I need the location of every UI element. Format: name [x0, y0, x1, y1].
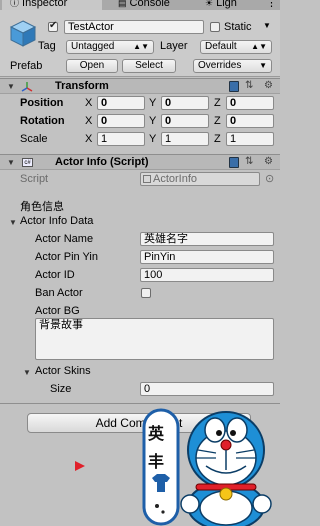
axis-x-label[interactable]: X — [85, 133, 92, 145]
axis-y-label[interactable]: Y — [149, 133, 156, 145]
layer-label: Layer — [160, 40, 188, 52]
static-dropdown-arrow-icon[interactable]: ▼ — [263, 21, 271, 30]
tab-lighting-label: Ligh — [216, 0, 237, 9]
component-divider — [0, 403, 280, 404]
position-label: Position — [20, 97, 64, 109]
tab-console[interactable]: ▤ Console — [110, 0, 170, 10]
axis-y-label[interactable]: Y — [149, 115, 156, 127]
lighting-icon: ☀ — [205, 0, 214, 8]
static-checkbox[interactable] — [210, 22, 220, 32]
open-prefab-button[interactable]: Open — [66, 59, 118, 73]
position-x-field[interactable]: 0 — [97, 96, 145, 110]
axis-z-label[interactable]: Z — [214, 115, 221, 127]
script-value: ActorInfo — [153, 173, 198, 185]
rotation-label: Rotation — [20, 115, 65, 127]
transform-title: Transform — [55, 80, 109, 92]
actor-info-data-foldout[interactable]: Actor Info Data — [20, 215, 93, 227]
axis-x-label[interactable]: X — [85, 97, 92, 109]
script-label: Script — [20, 173, 49, 185]
axis-x-label[interactable]: X — [85, 115, 92, 127]
static-label: Static — [224, 21, 252, 33]
size-label: Size — [50, 383, 72, 395]
tag-label: Tag — [38, 40, 56, 52]
help-book-icon[interactable] — [229, 81, 239, 92]
foldout-arrow-icon[interactable]: ▼ — [7, 158, 15, 167]
position-z-field[interactable]: 0 — [226, 96, 274, 110]
sticker-char-1: 英 — [148, 426, 165, 443]
chevron-down-icon: ▲▼ — [133, 42, 149, 51]
help-book-icon[interactable] — [229, 157, 239, 168]
axis-z-label[interactable]: Z — [214, 133, 221, 145]
actor-name-label: Actor Name — [35, 233, 94, 245]
actor-skins-foldout[interactable]: Actor Skins — [35, 365, 91, 377]
cursor-arrow-icon — [75, 461, 85, 471]
actor-bg-textarea[interactable]: 背景故事 — [35, 318, 274, 360]
actor-pinyin-label: Actor Pin Yin — [35, 251, 98, 263]
tab-menu-button[interactable]: ⋮ — [266, 0, 277, 10]
axis-y-label[interactable]: Y — [149, 97, 156, 109]
rotation-x-field[interactable]: 0 — [97, 114, 145, 128]
axis-z-label[interactable]: Z — [214, 97, 221, 109]
scale-y-field[interactable]: 1 — [161, 132, 209, 146]
prefab-label: Prefab — [10, 60, 43, 72]
overrides-label: Overrides — [198, 60, 242, 71]
overrides-dropdown[interactable]: Overrides ▼ — [193, 59, 272, 73]
ban-actor-checkbox[interactable] — [141, 288, 151, 298]
scale-x-field[interactable]: 1 — [97, 132, 145, 146]
tab-bar: ⓘ Inspector ▤ Console ☀ Ligh ⋮ — [0, 0, 280, 10]
gameobject-cube-icon — [9, 20, 37, 47]
active-checkbox[interactable] — [48, 20, 58, 32]
transform-header[interactable]: ▼ Transform ⇅ ⚙ — [0, 78, 280, 94]
object-picker-icon[interactable]: ⊙ — [265, 172, 274, 185]
tab-inspector[interactable]: ⓘ Inspector — [2, 0, 102, 10]
actor-id-label: Actor ID — [35, 269, 75, 281]
actor-info-title: Actor Info (Script) — [55, 156, 149, 168]
chevron-down-icon: ▼ — [259, 61, 267, 70]
transform-axes-icon — [21, 82, 33, 92]
preset-sliders-icon[interactable]: ⇅ — [245, 80, 253, 91]
layer-value: Default — [205, 41, 237, 52]
select-prefab-button[interactable]: Select — [122, 59, 176, 73]
rotation-z-field[interactable]: 0 — [226, 114, 274, 128]
script-file-icon: c# — [22, 158, 33, 167]
tab-console-label: Console — [129, 0, 170, 9]
actor-bg-label: Actor BG — [35, 305, 80, 317]
foldout-arrow-icon[interactable]: ▼ — [7, 82, 15, 91]
gear-icon[interactable]: ⚙ — [264, 80, 273, 91]
tab-lighting[interactable]: ☀ Ligh — [197, 0, 237, 10]
ban-actor-label: Ban Actor — [35, 287, 83, 299]
sticker-char-2: 丰 — [148, 454, 165, 471]
rotation-y-field[interactable]: 0 — [161, 114, 209, 128]
section-heading: 角色信息 — [20, 201, 64, 213]
object-name-field[interactable]: TestActor — [64, 20, 204, 34]
tag-dropdown[interactable]: Untagged ▲▼ — [66, 40, 154, 54]
position-y-field[interactable]: 0 — [161, 96, 209, 110]
info-icon: ⓘ — [10, 0, 20, 8]
actor-name-field[interactable]: 英雄名字 — [140, 232, 274, 246]
console-icon: ▤ — [118, 0, 127, 8]
tag-value: Untagged — [71, 41, 115, 52]
script-file-icon — [143, 175, 151, 183]
script-object-field[interactable]: ActorInfo — [140, 172, 260, 186]
actor-pinyin-field[interactable]: PinYin — [140, 250, 274, 264]
tab-inspector-label: Inspector — [22, 0, 68, 9]
gear-icon[interactable]: ⚙ — [264, 156, 273, 167]
chevron-down-icon: ▲▼ — [251, 42, 267, 51]
object-header: TestActor Static ▼ Tag Untagged▲▼ Layer … — [0, 10, 280, 77]
layer-dropdown[interactable]: Default ▲▼ — [200, 40, 272, 54]
foldout-arrow-icon[interactable]: ▼ — [9, 218, 17, 227]
scale-label: Scale — [20, 133, 48, 145]
foldout-arrow-icon[interactable]: ▼ — [23, 368, 31, 377]
preset-sliders-icon[interactable]: ⇅ — [245, 156, 253, 167]
scale-z-field[interactable]: 1 — [226, 132, 274, 146]
skins-size-field[interactable]: 0 — [140, 382, 274, 396]
actor-id-field[interactable]: 100 — [140, 268, 274, 282]
actor-info-header[interactable]: ▼ c# Actor Info (Script) ⇅ ⚙ — [0, 154, 280, 170]
